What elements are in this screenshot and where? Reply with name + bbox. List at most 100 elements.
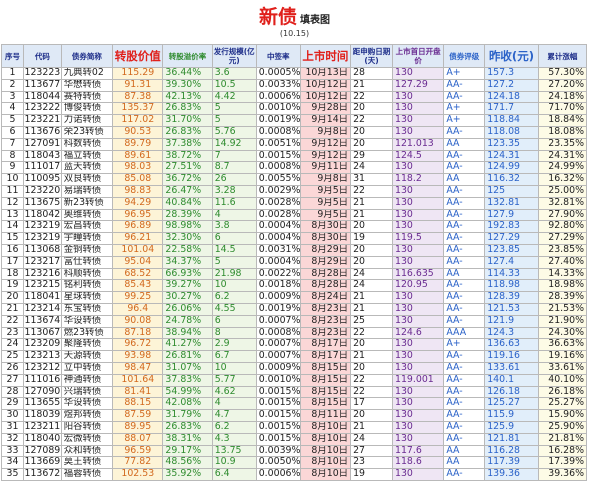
cell-name: 煜邦转债 bbox=[60, 409, 114, 422]
cell-rating: AA- bbox=[443, 397, 486, 411]
cell-conv-value: 85.43 bbox=[112, 279, 164, 293]
cell-rating: A+ bbox=[443, 114, 486, 127]
cell-rating: AA- bbox=[443, 350, 486, 363]
cell-scale: 4.62 bbox=[211, 385, 257, 399]
cell-change: 27.20% bbox=[537, 78, 588, 92]
cell-conv-value: 90.08 bbox=[112, 314, 164, 328]
cell-code: 127089 bbox=[23, 444, 62, 458]
cell-close: 192.83 bbox=[484, 220, 539, 234]
cell-premium: 40.84% bbox=[162, 196, 213, 210]
cell-open: 130 bbox=[391, 314, 445, 328]
cell-scale: 3.8 bbox=[211, 220, 257, 234]
col-header-no: 序号 bbox=[0, 44, 25, 68]
cell-name: 力诺转债 bbox=[60, 114, 114, 127]
cell-code: 111016 bbox=[23, 373, 62, 387]
cell-scale: 6.7 bbox=[211, 350, 257, 363]
cell-list-date: 8月28日 bbox=[299, 267, 352, 281]
cell-no: 9 bbox=[0, 161, 25, 175]
cell-change: 24.30% bbox=[537, 326, 588, 340]
cell-scale: 21.98 bbox=[211, 267, 257, 281]
table-row: 25 123213 天源转债 93.98 26.81% 6.7 0.0007% 8月17日 21… bbox=[0, 350, 588, 363]
cell-code: 110095 bbox=[23, 173, 62, 186]
cell-code: 123209 bbox=[23, 338, 62, 352]
cell-premium: 35.92% bbox=[162, 468, 213, 481]
cell-days: 21 bbox=[350, 196, 393, 210]
cell-name: 莫王转债 bbox=[60, 456, 114, 470]
cell-name: 富仕转债 bbox=[60, 255, 114, 269]
cell-rating: AA bbox=[443, 137, 486, 151]
cell-premium: 31.79% bbox=[162, 409, 213, 422]
cell-code: 123222 bbox=[23, 102, 62, 116]
cell-close: 118.84 bbox=[484, 114, 539, 127]
cell-scale: 5 bbox=[211, 255, 257, 269]
cell-no: 1 bbox=[0, 67, 25, 80]
cell-rating: AAA bbox=[443, 326, 486, 340]
cell-no: 24 bbox=[0, 338, 25, 352]
cell-change: 18.98% bbox=[537, 279, 588, 293]
cell-list-date: 8月15日 bbox=[299, 361, 352, 375]
cell-conv-value: 68.52 bbox=[112, 267, 164, 281]
table-row: 23 113067 燃23转债 87.18 38.94% 8 0.0008% 8月23日 22 1… bbox=[0, 326, 588, 340]
cell-premium: 38.31% bbox=[162, 432, 213, 446]
cell-open: 118.6 bbox=[391, 456, 445, 470]
cell-days: 22 bbox=[350, 184, 393, 198]
cell-conv-value: 96.59 bbox=[112, 444, 164, 458]
cell-conv-value: 117.02 bbox=[112, 114, 164, 127]
cell-name: 星球转债 bbox=[60, 291, 114, 304]
cell-close: 123.35 bbox=[484, 137, 539, 151]
cell-rating: AA- bbox=[443, 149, 486, 163]
cell-days: 21 bbox=[350, 78, 393, 92]
cell-no: 14 bbox=[0, 220, 25, 234]
cell-close: 121.9 bbox=[484, 314, 539, 328]
table-row: 10 110095 双良转债 85.08 36.72% 26 0.0055% 9月8日 31 11… bbox=[0, 173, 588, 186]
cell-list-date: 9月8日 bbox=[299, 173, 352, 186]
cell-open: 130 bbox=[391, 196, 445, 210]
cell-rating: AA- bbox=[443, 255, 486, 269]
cell-rating: AA bbox=[443, 456, 486, 470]
cell-list-date: 9月14日 bbox=[299, 114, 352, 127]
cell-code: 113655 bbox=[23, 397, 62, 411]
cell-rate: 0.0007% bbox=[255, 338, 301, 352]
cell-list-date: 8月23日 bbox=[299, 302, 352, 316]
cell-rating: AA bbox=[443, 444, 486, 458]
cell-change: 24.18% bbox=[537, 90, 588, 104]
cell-code: 118043 bbox=[23, 149, 62, 163]
cell-conv-value: 77.82 bbox=[112, 456, 164, 470]
cell-rate: 0.0009% bbox=[255, 361, 301, 375]
cell-change: 27.90% bbox=[537, 208, 588, 222]
cell-rating: AA- bbox=[443, 78, 486, 92]
cell-rate: 0.0015% bbox=[255, 149, 301, 163]
cell-open: 130 bbox=[391, 243, 445, 257]
cell-close: 116.28 bbox=[484, 444, 539, 458]
cell-conv-value: 88.15 bbox=[112, 397, 164, 411]
cell-open: 130 bbox=[391, 208, 445, 222]
cell-code: 113674 bbox=[23, 314, 62, 328]
cell-name: 众和转债 bbox=[60, 444, 114, 458]
cell-scale: 6.2 bbox=[211, 420, 257, 434]
cell-code: 123213 bbox=[23, 350, 62, 363]
cell-name: 华设转债 bbox=[60, 397, 114, 411]
cell-no: 12 bbox=[0, 196, 25, 210]
cell-rating: AA- bbox=[443, 314, 486, 328]
cell-no: 31 bbox=[0, 420, 25, 434]
col-header-premium: 转股溢价率 bbox=[162, 44, 213, 68]
cell-code: 123219 bbox=[23, 220, 62, 234]
cell-change: 16.28% bbox=[537, 444, 588, 458]
cell-rating: AA- bbox=[443, 468, 486, 481]
cell-open: 130 bbox=[391, 409, 445, 422]
cell-change: 14.33% bbox=[537, 267, 588, 281]
cell-premium: 26.06% bbox=[162, 302, 213, 316]
cell-scale: 13.75 bbox=[211, 444, 257, 458]
table-row: 3 118044 赛特转债 87.38 42.13% 4.42 0.0006% 10月12日 2… bbox=[0, 90, 588, 104]
col-header-rating: 债券评级 bbox=[443, 44, 486, 68]
cell-days: 21 bbox=[350, 420, 393, 434]
table-row: 1 123223 九典转02 115.29 36.44% 3.6 0.0005% 10月13日… bbox=[0, 67, 588, 80]
cell-premium: 32.30% bbox=[162, 232, 213, 245]
cell-close: 123.85 bbox=[484, 243, 539, 257]
col-header-change: 累计涨幅 bbox=[537, 44, 588, 68]
cell-days: 24 bbox=[350, 267, 393, 281]
cell-rate: 0.0050% bbox=[255, 456, 301, 470]
cell-rating: AA- bbox=[443, 432, 486, 446]
cell-code: 113067 bbox=[23, 326, 62, 340]
table-row: 7 127091 科数转债 89.79 37.38% 14.92 0.0051% 9月12日 2… bbox=[0, 137, 588, 151]
